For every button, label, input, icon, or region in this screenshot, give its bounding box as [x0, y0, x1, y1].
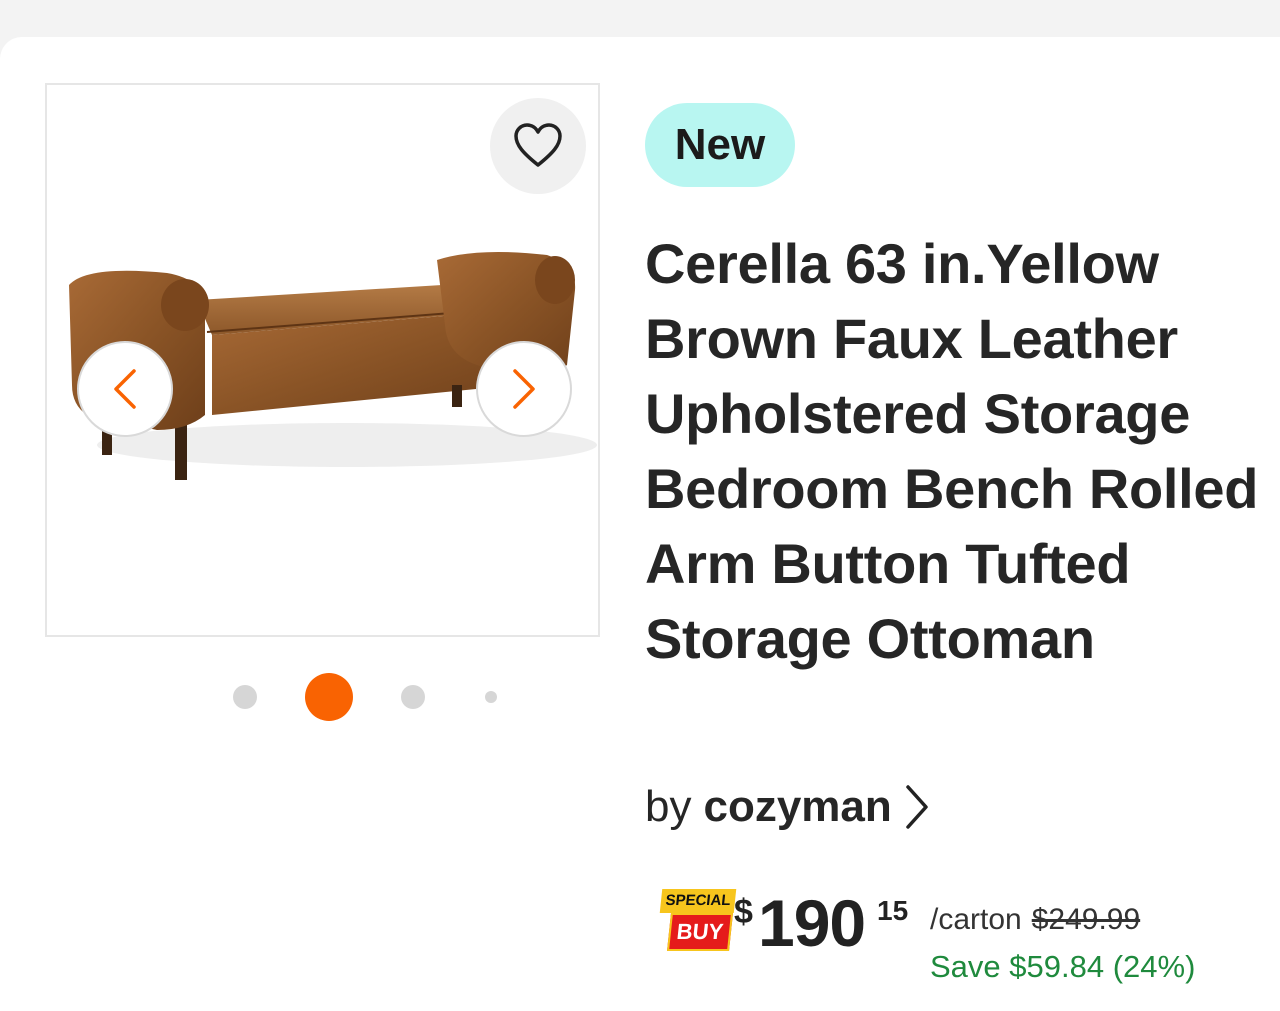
special-buy-bottom: BUY — [667, 913, 733, 951]
chevron-right-icon — [906, 785, 928, 829]
price-currency: $ — [734, 893, 753, 931]
savings-text: Save $59.84 (24%) — [930, 949, 1196, 984]
price-cents: 15 — [877, 895, 909, 926]
new-badge: New — [645, 103, 795, 187]
heart-outline-icon — [514, 123, 562, 167]
pagination-dot[interactable] — [485, 691, 497, 703]
was-price: $249.99 — [1031, 903, 1141, 936]
favorite-button[interactable] — [490, 98, 586, 194]
price-dollars: 190 — [758, 886, 866, 960]
brand-link[interactable]: by cozyman — [645, 782, 932, 832]
chevron-right-icon — [513, 369, 535, 409]
pagination-dot[interactable] — [233, 685, 257, 709]
product-title: Cerella 63 in.Yellow Brown Faux Leather … — [645, 232, 1259, 670]
chevron-left-icon — [114, 369, 136, 409]
pagination-dot[interactable] — [401, 685, 425, 709]
previous-image-button[interactable] — [77, 341, 173, 437]
product-card: New Cerella 63 in.Yellow Brown Faux Leat… — [0, 37, 1280, 1011]
brand-name: cozyman — [703, 782, 892, 831]
special-buy-top: SPECIAL — [659, 889, 737, 913]
special-buy-badge: SPECIAL BUY — [659, 889, 737, 951]
price-unit-row: /carton $249.99 — [930, 903, 1140, 937]
price-unit: /carton — [930, 903, 1022, 936]
brand-by-label: by — [645, 782, 692, 831]
product-image-gallery[interactable] — [45, 83, 600, 637]
next-image-button[interactable] — [476, 341, 572, 437]
pagination-dot-active[interactable] — [305, 673, 353, 721]
